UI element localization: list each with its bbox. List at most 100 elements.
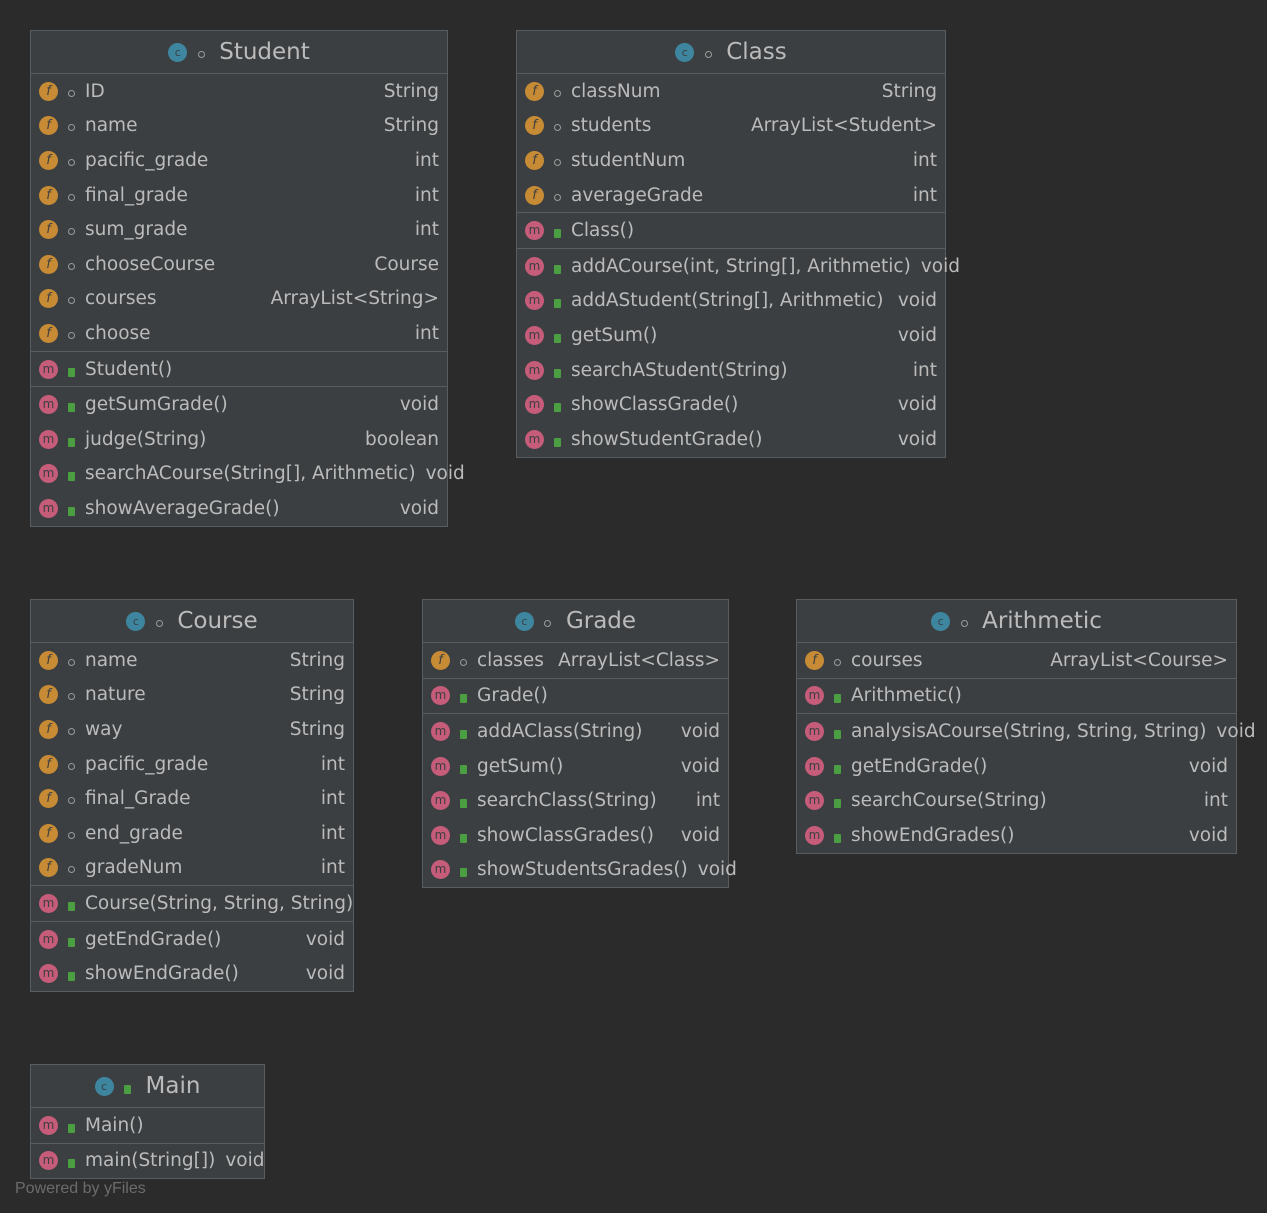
field-row[interactable]: f nature String <box>31 678 353 713</box>
class-node-course[interactable]: c Course f name String f nature String f way Strin… <box>30 599 354 992</box>
field-row[interactable]: f courses ArrayList<Course> <box>797 643 1236 678</box>
field-row[interactable]: f final_Grade int <box>31 781 353 816</box>
field-row[interactable]: f name String <box>31 109 447 144</box>
method-row[interactable]: m getEndGrade() void <box>31 922 353 957</box>
method-row[interactable]: m getSum() void <box>423 749 728 784</box>
method-name: searchAStudent(String) <box>571 359 788 381</box>
class-name: Arithmetic <box>982 608 1102 634</box>
method-row[interactable]: m showStudentGrade() void <box>517 422 945 457</box>
field-row[interactable]: f chooseCourse Course <box>31 247 447 282</box>
constructor-row[interactable]: m Student() <box>31 352 447 387</box>
field-row[interactable]: f classNum String <box>517 74 945 109</box>
package-private-icon <box>63 219 79 240</box>
class-header[interactable]: c Arithmetic <box>797 600 1236 643</box>
method-row[interactable]: m showClassGrades() void <box>423 818 728 853</box>
method-type: void <box>399 497 439 519</box>
constructor-name: Main() <box>85 1114 144 1136</box>
field-row[interactable]: f pacific_grade int <box>31 143 447 178</box>
field-type: int <box>414 184 439 206</box>
method-row[interactable]: m showStudentsGrades() void <box>423 853 737 888</box>
method-row[interactable]: m getSum() void <box>517 318 945 353</box>
methods-section: m analysisACourse(String, String, String)… <box>797 714 1256 853</box>
method-row[interactable]: m main(String[]) void <box>31 1144 264 1179</box>
method-name: showStudentsGrades() <box>477 859 688 881</box>
constructor-name: Course(String, String, String) <box>85 892 354 914</box>
method-row[interactable]: m getSumGrade() void <box>31 387 447 422</box>
class-node-class[interactable]: c Class f classNum String f students ArrayList<… <box>516 30 960 458</box>
method-row[interactable]: m searchACourse(String[], Arithmetic) void <box>31 457 465 492</box>
class-node-arithmetic[interactable]: c Arithmetic f courses ArrayList<Course> m Ari… <box>796 599 1256 854</box>
class-header[interactable]: c Grade <box>423 600 728 643</box>
method-type: void <box>680 720 720 742</box>
field-row[interactable]: f averageGrade int <box>517 178 945 213</box>
method-row[interactable]: m showClassGrade() void <box>517 387 945 422</box>
package-private-icon <box>455 650 471 671</box>
method-row[interactable]: m showEndGrade() void <box>31 956 353 991</box>
class-header[interactable]: c Class <box>517 31 945 74</box>
field-row[interactable]: f studentNum int <box>517 143 945 178</box>
method-row[interactable]: m showAverageGrade() void <box>31 491 447 526</box>
constructor-row[interactable]: m Class() <box>517 213 945 248</box>
field-row[interactable]: f gradeNum int <box>31 851 353 886</box>
method-icon: m <box>431 791 450 811</box>
field-row[interactable]: f choose int <box>31 316 447 351</box>
fields-section: f courses ArrayList<Course> <box>797 643 1236 679</box>
method-row[interactable]: m searchAStudent(String) int <box>517 353 945 388</box>
method-row[interactable]: m addACourse(int, String[], Arithmetic) vo… <box>517 249 960 284</box>
package-private-icon <box>63 323 79 344</box>
field-row[interactable]: f end_grade int <box>31 816 353 851</box>
method-type: void <box>697 859 737 881</box>
field-type: String <box>289 718 345 740</box>
class-node-student[interactable]: c Student f ID String f name String f pacific_gra… <box>30 30 465 527</box>
class-icon: c <box>675 42 695 62</box>
class-node-main[interactable]: c Main m Main() m main(String[]) void <box>30 1064 265 1180</box>
public-lock-icon <box>455 721 471 742</box>
field-name: final_Grade <box>85 788 191 810</box>
method-row[interactable]: m addAClass(String) void <box>423 714 728 749</box>
method-icon: m <box>39 1115 58 1135</box>
class-header[interactable]: c Student <box>31 31 447 74</box>
package-private-icon <box>63 150 79 171</box>
package-private-icon <box>63 719 79 740</box>
field-row[interactable]: f students ArrayList<Student> <box>517 109 945 144</box>
public-lock-icon <box>829 685 845 706</box>
package-private-icon <box>549 115 565 136</box>
field-row[interactable]: f name String <box>31 643 353 678</box>
field-row[interactable]: f final_grade int <box>31 178 447 213</box>
method-row[interactable]: m getEndGrade() void <box>797 749 1236 784</box>
class-node-grade[interactable]: c Grade f classes ArrayList<Class> m Grade() m a… <box>422 599 737 889</box>
constructor-row[interactable]: m Arithmetic() <box>797 679 1236 714</box>
field-row[interactable]: f ID String <box>31 74 447 109</box>
constructor-row[interactable]: m Main() <box>31 1108 264 1143</box>
method-row[interactable]: m analysisACourse(String, String, String)… <box>797 714 1256 749</box>
field-type: String <box>289 649 345 671</box>
method-type: int <box>912 359 937 381</box>
method-icon: m <box>525 325 544 345</box>
field-row[interactable]: f classes ArrayList<Class> <box>423 643 728 678</box>
package-private-icon <box>549 185 565 206</box>
field-type: int <box>414 219 439 241</box>
methods-section: m addAClass(String) void m getSum() void m sear… <box>423 714 737 888</box>
method-icon: m <box>525 429 544 449</box>
constructors-section: m Grade() <box>423 679 728 715</box>
class-header[interactable]: c Course <box>31 600 353 643</box>
field-row[interactable]: f sum_grade int <box>31 212 447 247</box>
field-row[interactable]: f way String <box>31 712 353 747</box>
method-row[interactable]: m addAStudent(String[], Arithmetic) void <box>517 284 945 319</box>
method-icon: m <box>525 221 544 241</box>
method-row[interactable]: m showEndGrades() void <box>797 818 1236 853</box>
methods-section: m getEndGrade() void m showEndGrade() void <box>31 922 353 991</box>
method-type: void <box>399 394 439 416</box>
field-row[interactable]: f pacific_grade int <box>31 747 353 782</box>
method-row[interactable]: m judge(String) boolean <box>31 422 447 457</box>
method-icon: m <box>805 721 824 741</box>
method-row[interactable]: m searchClass(String) int <box>423 783 728 818</box>
method-row[interactable]: m searchCourse(String) int <box>797 783 1236 818</box>
constructor-row[interactable]: m Grade() <box>423 679 728 714</box>
class-header[interactable]: c Main <box>31 1065 264 1108</box>
field-row[interactable]: f courses ArrayList<String> <box>31 282 447 317</box>
constructor-row[interactable]: m Course(String, String, String) <box>31 886 353 921</box>
method-type: void <box>897 290 937 312</box>
constructor-name: Student() <box>85 358 173 380</box>
public-lock-icon <box>549 290 565 311</box>
